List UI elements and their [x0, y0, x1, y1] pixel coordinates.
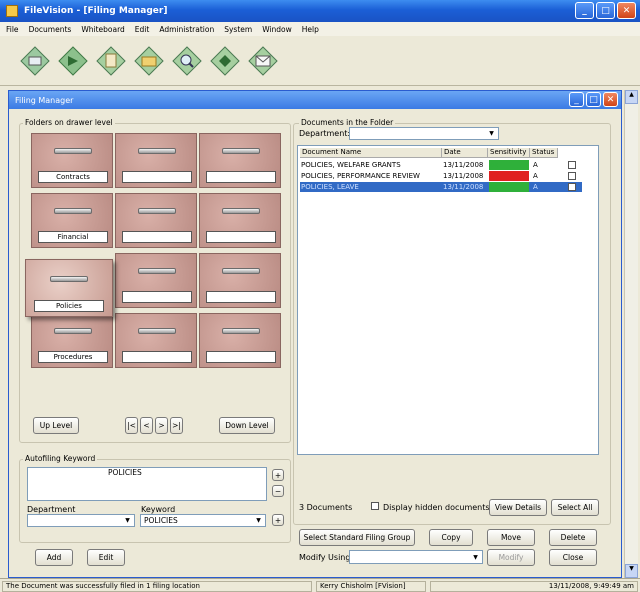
row-checkbox[interactable] — [568, 172, 576, 180]
close-window-button[interactable]: Close — [549, 549, 597, 566]
app-title: FileVision - [Filing Manager] — [24, 6, 168, 16]
status-datetime: 13/11/2008, 9:49:49 am — [430, 581, 638, 592]
file-icon[interactable] — [94, 44, 128, 78]
select-standard-filing-group-button[interactable]: Select Standard Filing Group — [299, 529, 415, 546]
minimize-button[interactable]: _ — [575, 2, 594, 19]
status-bar: The Document was successfully filed in 1… — [0, 578, 640, 592]
toolbar — [0, 36, 640, 86]
import-icon[interactable] — [56, 44, 90, 78]
drawer-empty[interactable] — [199, 253, 281, 308]
add-keyword-button[interactable]: + — [272, 469, 284, 481]
refresh-icon[interactable] — [208, 44, 242, 78]
move-button[interactable]: Move — [487, 529, 535, 546]
menu-help[interactable]: Help — [302, 25, 319, 34]
delete-button[interactable]: Delete — [549, 529, 597, 546]
close-button[interactable]: ✕ — [617, 2, 636, 19]
remove-keyword-button[interactable]: − — [272, 485, 284, 497]
child-maximize-button[interactable]: □ — [586, 92, 601, 107]
documents-list[interactable]: Document Name Date Sensitivity Status PO… — [297, 145, 599, 455]
drawer-empty[interactable] — [199, 313, 281, 368]
first-page-button[interactable]: |< — [125, 417, 138, 434]
select-all-button[interactable]: Select All — [551, 499, 599, 516]
modify-using-label: Modify Using: — [299, 553, 354, 562]
menu-file[interactable]: File — [6, 25, 19, 34]
status-user: Kerry Chisholm [FVision] — [316, 581, 426, 592]
prev-page-button[interactable]: < — [140, 417, 153, 434]
menu-administration[interactable]: Administration — [159, 25, 214, 34]
menu-edit[interactable]: Edit — [135, 25, 150, 34]
drawer-policies-open[interactable]: Policies — [25, 259, 113, 317]
copy-button[interactable]: Copy — [429, 529, 473, 546]
drawer-empty[interactable] — [115, 313, 197, 368]
scroll-up-icon[interactable]: ▲ — [625, 90, 638, 104]
drawer-empty[interactable] — [199, 133, 281, 188]
column-header-sensitivity[interactable]: Sensitivity — [488, 148, 530, 158]
department-dropdown[interactable]: ▼ — [27, 514, 135, 527]
menu-whiteboard[interactable]: Whiteboard — [81, 25, 124, 34]
row-checkbox[interactable] — [568, 161, 576, 169]
drawer-contracts[interactable]: Contracts — [31, 133, 113, 188]
column-header-status[interactable]: Status — [530, 148, 558, 158]
search-icon[interactable] — [170, 44, 204, 78]
edit-button[interactable]: Edit — [87, 549, 125, 566]
drawer-cabinet: Contracts Financial Procedures Policies — [25, 133, 281, 373]
modify-button[interactable]: Modify — [487, 549, 535, 566]
drawer-procedures[interactable]: Procedures — [31, 313, 113, 368]
app-icon — [6, 5, 18, 17]
autofiling-group-label: Autofiling Keyword — [23, 454, 98, 463]
table-row[interactable]: POLICIES, WELFARE GRANTS 13/11/2008 ok A — [300, 160, 582, 170]
status-message: The Document was successfully filed in 1… — [2, 581, 312, 592]
email-icon[interactable] — [246, 44, 280, 78]
column-header-date[interactable]: Date — [442, 148, 488, 158]
drawer-empty[interactable] — [199, 193, 281, 248]
menu-window[interactable]: Window — [262, 25, 292, 34]
up-level-button[interactable]: Up Level — [33, 417, 79, 434]
table-row[interactable]: POLICIES, PERFORMANCE REVIEW 13/11/2008 … — [300, 171, 582, 181]
menu-documents[interactable]: Documents — [29, 25, 72, 34]
scroll-down-icon[interactable]: ▼ — [625, 564, 638, 578]
down-level-button[interactable]: Down Level — [219, 417, 275, 434]
child-minimize-button[interactable]: _ — [569, 92, 584, 107]
table-row-selected[interactable]: POLICIES, LEAVE 13/11/2008 ok A — [300, 182, 582, 192]
drawer-empty[interactable] — [115, 253, 197, 308]
department-label: Department — [27, 505, 76, 514]
modify-using-dropdown[interactable]: ▼ — [349, 550, 483, 564]
column-header-name[interactable]: Document Name — [300, 148, 442, 158]
last-page-button[interactable]: >| — [170, 417, 183, 434]
app-titlebar: FileVision - [Filing Manager] _ □ ✕ — [0, 0, 640, 22]
keyword-label: Keyword — [141, 505, 176, 514]
doc-department-dropdown[interactable]: ▼ — [349, 127, 499, 140]
keyword-dropdown[interactable]: POLICIES ▼ — [140, 514, 266, 527]
row-checkbox[interactable] — [568, 183, 576, 191]
display-hidden-checkbox[interactable] — [371, 502, 379, 510]
doc-department-label: Department: — [299, 129, 351, 138]
filing-manager-window: Filing Manager _ □ ✕ Folders on drawer l… — [8, 90, 622, 578]
window-title: Filing Manager — [15, 95, 74, 105]
main-scrollbar[interactable]: ▲ ▼ — [624, 90, 638, 578]
documents-group-label: Documents in the Folder — [299, 118, 396, 127]
add-button[interactable]: Add — [35, 549, 73, 566]
document-count: 3 Documents — [299, 503, 353, 512]
autofiling-keywords-box[interactable]: POLICIES — [27, 467, 267, 501]
view-details-button[interactable]: View Details — [489, 499, 547, 516]
folder-icon[interactable] — [132, 44, 166, 78]
drawer-empty[interactable] — [115, 193, 197, 248]
drawer-empty[interactable] — [115, 133, 197, 188]
scan-icon[interactable] — [18, 44, 52, 78]
menu-bar: File Documents Whiteboard Edit Administr… — [0, 22, 640, 36]
drawer-financial[interactable]: Financial — [31, 193, 113, 248]
filing-manager-titlebar: Filing Manager _ □ ✕ — [9, 91, 621, 109]
next-page-button[interactable]: > — [155, 417, 168, 434]
add-autofiling-button[interactable]: + — [272, 514, 284, 526]
child-close-button[interactable]: ✕ — [603, 92, 618, 107]
menu-system[interactable]: System — [224, 25, 252, 34]
folders-group-label: Folders on drawer level — [23, 118, 115, 127]
display-hidden-label: Display hidden documents — [383, 503, 490, 512]
maximize-button[interactable]: □ — [596, 2, 615, 19]
